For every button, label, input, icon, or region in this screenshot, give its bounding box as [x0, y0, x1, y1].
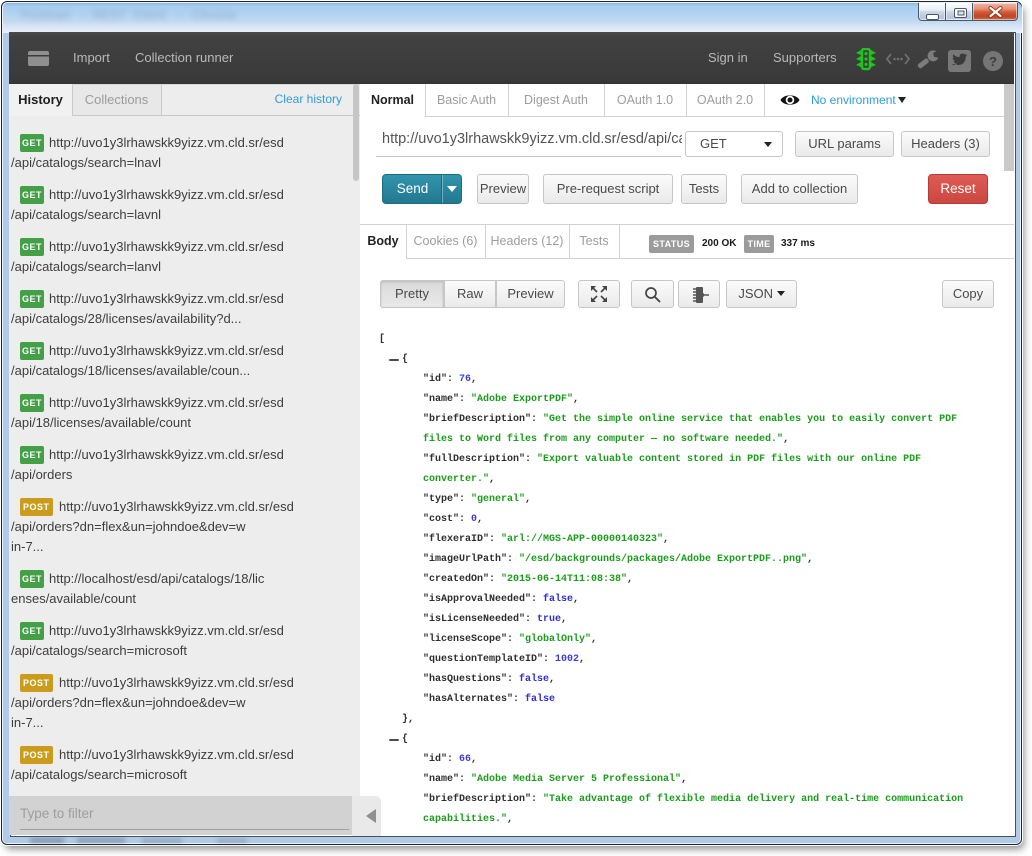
svg-text:?: ?	[989, 54, 997, 69]
